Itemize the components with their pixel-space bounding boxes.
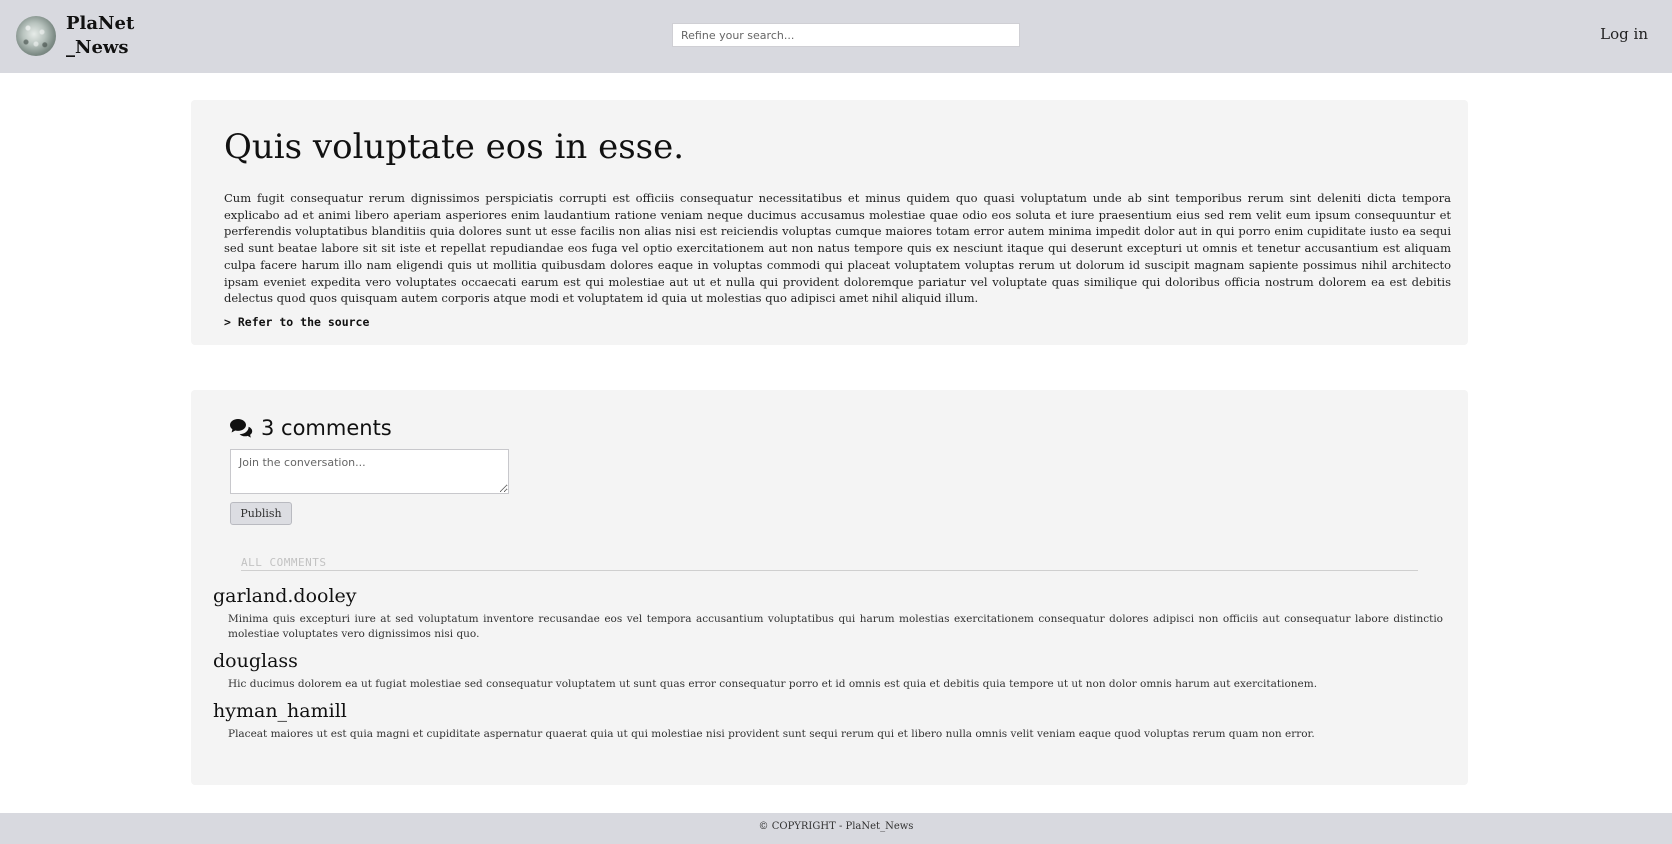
page-footer: © COPYRIGHT - PlaNet_News <box>0 813 1672 844</box>
comment-list: garland.dooley Minima quis excepturi iur… <box>213 584 1443 749</box>
comments-header: 3 comments <box>229 416 392 440</box>
all-comments-divider: ALL COMMENTS <box>241 556 1418 571</box>
comment-author[interactable]: garland.dooley <box>213 584 1443 608</box>
login-link[interactable]: Log in <box>1600 25 1648 43</box>
search-input[interactable] <box>672 23 1020 47</box>
comment-item: douglass Hic ducimus dolorem ea ut fugia… <box>213 649 1443 699</box>
brand-home-link[interactable]: PlaNet _News <box>16 12 136 60</box>
comment-item: hyman_hamill Placeat maiores ut est quia… <box>213 699 1443 749</box>
article-card: Quis voluptate eos in esse. Cum fugit co… <box>191 100 1468 345</box>
comments-count: 3 comments <box>261 416 392 440</box>
brand-name: PlaNet _News <box>66 13 135 58</box>
comment-input[interactable] <box>230 449 509 494</box>
copyright-text: © COPYRIGHT - PlaNet_News <box>758 821 914 832</box>
comments-icon <box>230 419 253 438</box>
comment-text: Hic ducimus dolorem ea ut fugiat molesti… <box>228 678 1318 690</box>
comments-card: 3 comments Publish ALL COMMENTS garland.… <box>191 390 1468 785</box>
comment-text: Placeat maiores ut est quia magni et cup… <box>228 728 1315 740</box>
comment-author[interactable]: douglass <box>213 649 1443 673</box>
source-link[interactable]: > Refer to the source <box>224 315 369 329</box>
planet-logo-icon <box>16 16 56 56</box>
article-title: Quis voluptate eos in esse. <box>224 127 685 167</box>
publish-button[interactable]: Publish <box>230 502 292 525</box>
comment-item: garland.dooley Minima quis excepturi iur… <box>213 584 1443 649</box>
comment-text: Minima quis excepturi iure at sed volupt… <box>228 613 1443 640</box>
article-body: Cum fugit consequatur rerum dignissimos … <box>224 191 1451 306</box>
comment-author[interactable]: hyman_hamill <box>213 699 1443 723</box>
top-header: PlaNet _News Log in <box>0 0 1672 73</box>
